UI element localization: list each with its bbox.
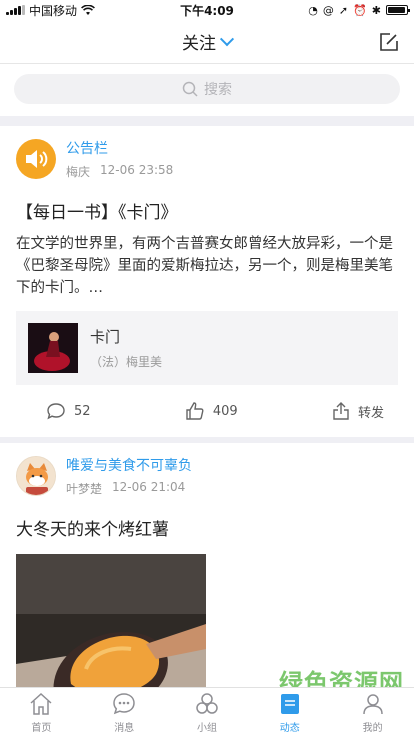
- search-icon: [182, 81, 198, 97]
- divider: [0, 116, 414, 126]
- book-attachment[interactable]: 卡门 （法）梅里美: [16, 311, 398, 385]
- post-meta: 公告栏 梅庆 12-06 23:58: [66, 138, 173, 180]
- book-info: 卡门 （法）梅里美: [90, 326, 162, 370]
- book-cover-image: [28, 323, 78, 373]
- comment-count: 52: [74, 403, 91, 419]
- thumbs-up-icon: [186, 402, 204, 420]
- post-time: 12-06 23:58: [100, 163, 174, 177]
- search-placeholder: 搜索: [204, 82, 232, 98]
- tab-bar: 首页 消息 小组 动态 我的: [0, 687, 414, 736]
- tab-label: 我的: [362, 722, 383, 734]
- post-card[interactable]: 公告栏 梅庆 12-06 23:58 【每日一书】《卡门》 在文学的世界里，有两…: [0, 126, 414, 437]
- tab-groups[interactable]: 小组: [166, 688, 249, 736]
- signal-icon: [6, 5, 25, 15]
- tab-feed[interactable]: 动态: [248, 688, 331, 736]
- cat-avatar-icon: [17, 457, 55, 495]
- post-card[interactable]: 唯爱与美食不可辜负 叶梦楚 12-06 21:04 大冬天的来个烤红薯: [0, 443, 414, 726]
- group-name-link[interactable]: 公告栏: [66, 138, 173, 158]
- home-icon: [30, 692, 52, 715]
- group-icon: [196, 692, 218, 714]
- book-author: （法）梅里美: [90, 355, 163, 369]
- feed-icon: [280, 693, 299, 714]
- like-count: 409: [212, 403, 238, 419]
- group-name-link[interactable]: 唯爱与美食不可辜负: [66, 455, 192, 475]
- author-time: 叶梦楚 12-06 21:04: [66, 480, 192, 497]
- nav-bar: 关注: [0, 20, 414, 64]
- share-label: 转发: [357, 405, 384, 421]
- battery-icon: [386, 5, 410, 15]
- tab-label: 首页: [31, 722, 52, 734]
- comment-icon: [47, 403, 65, 420]
- search-bar: 搜索: [0, 64, 414, 116]
- status-bar: 中国移动 下午4:09 ◔ @ ➚ ⏰ ✱: [0, 0, 414, 20]
- tab-home[interactable]: 首页: [0, 688, 83, 736]
- bluetooth-icon: ✱: [371, 3, 381, 17]
- avatar[interactable]: [16, 456, 56, 496]
- navigation-icon: ➚: [338, 3, 349, 17]
- post-meta: 唯爱与美食不可辜负 叶梦楚 12-06 21:04: [66, 455, 192, 497]
- profile-icon: [362, 693, 383, 714]
- wifi-icon: [81, 4, 95, 15]
- alarm-icon: ⏰: [353, 3, 367, 17]
- search-input[interactable]: 搜索: [14, 74, 400, 104]
- book-title: 卡门: [90, 328, 121, 346]
- post-actions: 52 409 转发: [16, 385, 398, 437]
- share-icon: [333, 402, 349, 420]
- post-title: 大冬天的来个烤红薯: [16, 520, 169, 540]
- tab-messages[interactable]: 消息: [83, 688, 166, 736]
- status-right: ◔ @ ➚ ⏰ ✱: [308, 3, 410, 17]
- like-button[interactable]: 409: [185, 401, 238, 421]
- share-button[interactable]: 转发: [332, 401, 384, 421]
- post-body: 在文学的世界里，有两个吉普赛女郎曾经大放异彩，一个是《巴黎圣母院》里面的爱斯梅拉…: [16, 236, 393, 296]
- chevron-down-icon: [219, 31, 235, 46]
- comment-button[interactable]: 52: [46, 402, 91, 420]
- author-name: 叶梦楚: [66, 482, 103, 496]
- edit-icon[interactable]: [378, 31, 400, 53]
- avatar[interactable]: [16, 139, 56, 179]
- author-time: 梅庆 12-06 23:58: [66, 163, 173, 180]
- post-time: 12-06 21:04: [112, 480, 186, 494]
- nav-title-dropdown[interactable]: 关注: [182, 29, 235, 54]
- orientation-lock-icon: ◔: [308, 3, 318, 17]
- tab-profile[interactable]: 我的: [331, 688, 414, 736]
- post-header: 公告栏 梅庆 12-06 23:58: [16, 138, 398, 180]
- speaker-icon: [26, 150, 48, 168]
- status-left: 中国移动: [6, 2, 95, 19]
- author-name: 梅庆: [66, 165, 91, 179]
- tab-label: 消息: [114, 722, 135, 734]
- post-header: 唯爱与美食不可辜负 叶梦楚 12-06 21:04: [16, 455, 398, 497]
- message-icon: [113, 692, 135, 714]
- nav-title: 关注: [182, 34, 216, 54]
- location-icon: @: [322, 3, 334, 17]
- tab-label: 动态: [279, 722, 300, 734]
- post-title: 【每日一书】《卡门》: [16, 203, 178, 223]
- carrier-label: 中国移动: [29, 3, 78, 18]
- tab-label: 小组: [196, 722, 217, 734]
